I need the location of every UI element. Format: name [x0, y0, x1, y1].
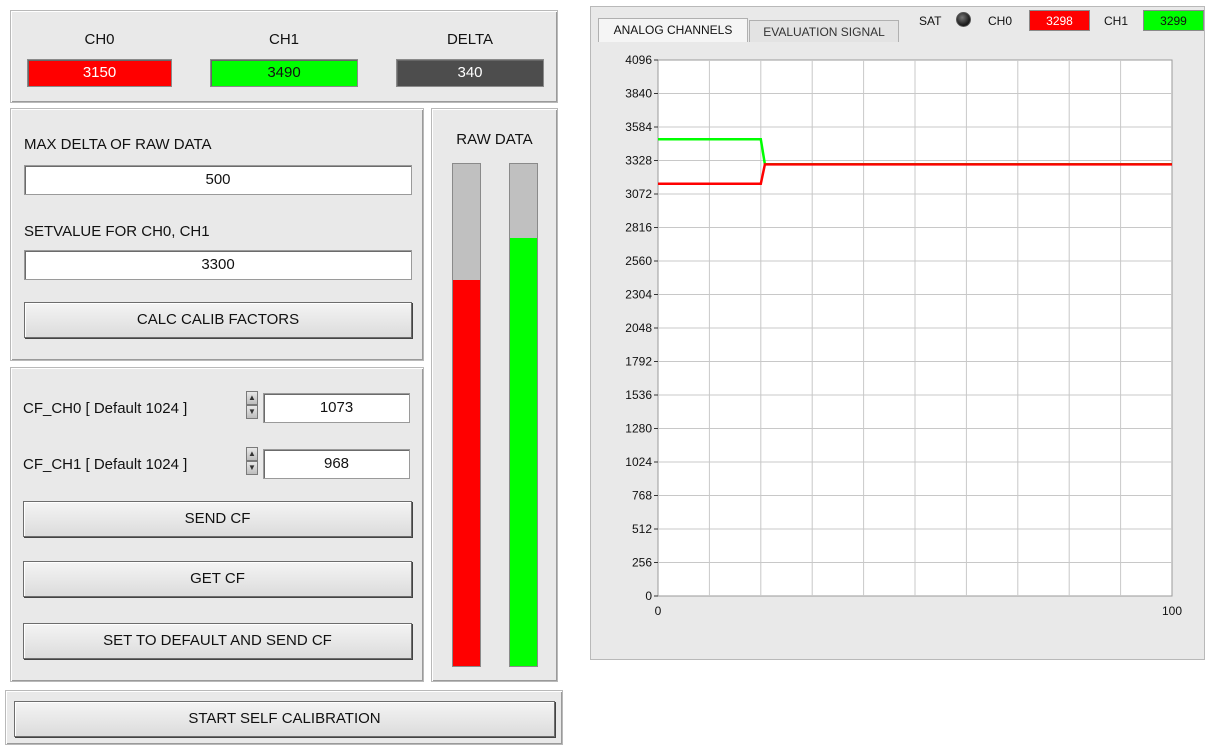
- y-tick-label: 2560: [625, 254, 652, 268]
- calibration-factor-panel: CF_CH0 [ Default 1024 ] ▲ ▼ 1073 CF_CH1 […: [10, 367, 424, 682]
- y-tick-label: 768: [632, 489, 652, 503]
- delta-label: DELTA: [446, 31, 494, 48]
- ch0-value-display: 3150: [27, 59, 172, 87]
- y-tick-label: 512: [632, 522, 652, 536]
- cf-ch1-input[interactable]: 968: [263, 449, 410, 479]
- graph-ch0-display: 3298: [1029, 10, 1090, 31]
- raw-data-title: RAW DATA: [456, 131, 533, 148]
- y-tick-label: 1280: [625, 422, 652, 436]
- setvalue-label: SETVALUE FOR CH0, CH1: [24, 223, 210, 240]
- graph-ch1-display: 3299: [1143, 10, 1204, 31]
- channel-display-panel: CH0 CH1 DELTA 3150 3490 340: [10, 10, 558, 103]
- setvalue-input[interactable]: 3300: [24, 250, 412, 280]
- x-tick-label: 100: [1162, 604, 1182, 618]
- sat-led-icon: [956, 12, 971, 27]
- y-tick-label: 1536: [625, 388, 652, 402]
- y-tick-label: 2816: [625, 221, 652, 235]
- tab-analog-channels[interactable]: ANALOG CHANNELS: [598, 18, 748, 42]
- y-tick-label: 2048: [625, 321, 652, 335]
- y-tick-label: 3072: [625, 187, 652, 201]
- sat-label: SAT: [919, 14, 942, 28]
- stepper-down-icon[interactable]: ▼: [246, 405, 258, 419]
- start-self-calibration-button[interactable]: START SELF CALIBRATION: [14, 701, 555, 737]
- raw-data-panel: RAW DATA: [431, 108, 558, 682]
- stepper-up-icon[interactable]: ▲: [246, 391, 258, 405]
- y-tick-label: 4096: [625, 53, 652, 67]
- x-tick-label: 0: [655, 604, 662, 618]
- y-tick-label: 1792: [625, 355, 652, 369]
- cf-ch0-label: CF_CH0 [ Default 1024 ]: [23, 400, 188, 417]
- ch0-label: CH0: [84, 31, 115, 48]
- cf-ch1-label: CF_CH1 [ Default 1024 ]: [23, 456, 188, 473]
- y-tick-label: 3584: [625, 120, 652, 134]
- cf-ch1-stepper[interactable]: ▲ ▼: [246, 447, 258, 477]
- send-cf-button[interactable]: SEND CF: [23, 501, 412, 537]
- y-tick-label: 256: [632, 556, 652, 570]
- y-tick-label: 1024: [625, 455, 652, 469]
- analog-channels-chart: 0 256 512 768 1024 1280 1536 1792 2048 2304 2560 28…: [625, 53, 1182, 618]
- graph-ch1-label: CH1: [1104, 14, 1129, 28]
- max-delta-input[interactable]: 500: [24, 165, 412, 195]
- ch1-raw-bar-fill: [510, 238, 537, 666]
- ch1-value-display: 3490: [210, 59, 358, 87]
- graph-ch0-label: CH0: [988, 14, 1013, 28]
- get-cf-button[interactable]: GET CF: [23, 561, 412, 597]
- y-tick-label: 2304: [625, 288, 652, 302]
- cf-ch0-input[interactable]: 1073: [263, 393, 410, 423]
- stepper-down-icon[interactable]: ▼: [246, 461, 258, 475]
- y-tick-label: 3840: [625, 87, 652, 101]
- ch1-raw-bar: [509, 163, 538, 667]
- ch0-raw-bar: [452, 163, 481, 667]
- stepper-up-icon[interactable]: ▲: [246, 447, 258, 461]
- y-tick-label: 3328: [625, 154, 652, 168]
- ch1-label: CH1: [268, 31, 299, 48]
- calibration-setup-panel: MAX DELTA OF RAW DATA 500 SETVALUE FOR C…: [10, 108, 424, 361]
- tab-evaluation-signal[interactable]: EVALUATION SIGNAL: [749, 20, 899, 42]
- calc-calib-factors-button[interactable]: CALC CALIB FACTORS: [24, 302, 412, 338]
- ch0-raw-bar-fill: [453, 280, 480, 666]
- max-delta-label: MAX DELTA OF RAW DATA: [24, 136, 212, 153]
- set-default-send-cf-button[interactable]: SET TO DEFAULT AND SEND CF: [23, 623, 412, 659]
- cf-ch0-stepper[interactable]: ▲ ▼: [246, 391, 258, 421]
- delta-value-display: 340: [396, 59, 544, 87]
- y-tick-label: 0: [645, 589, 652, 603]
